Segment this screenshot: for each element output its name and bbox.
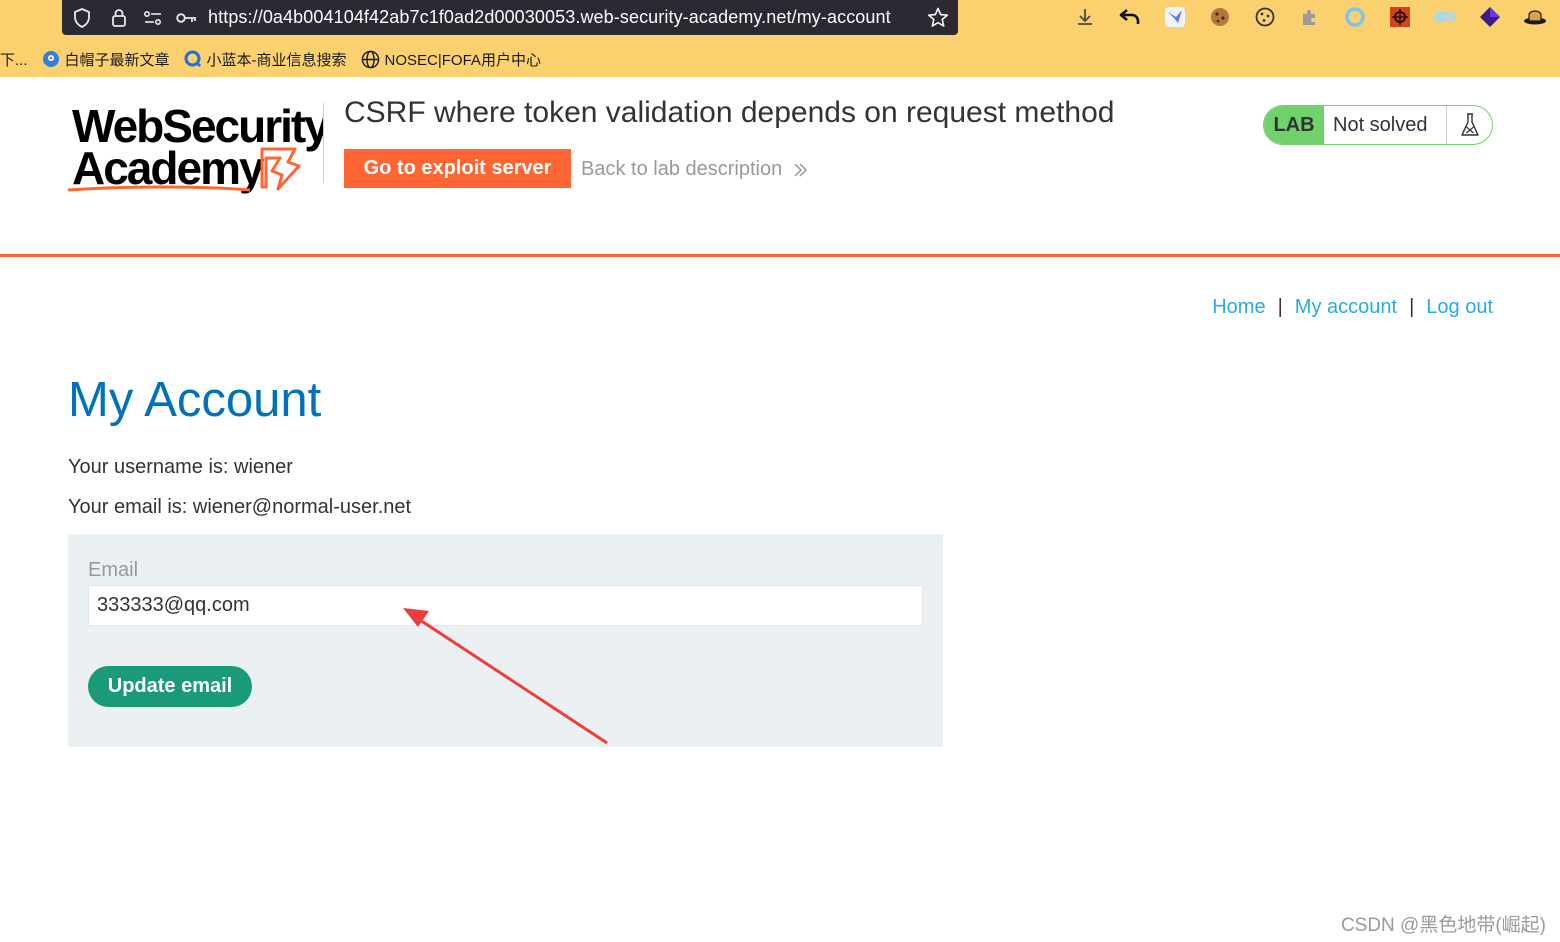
bookmark-label: 下... bbox=[0, 51, 28, 69]
page-title: My Account bbox=[68, 373, 322, 427]
download-icon[interactable] bbox=[1062, 3, 1107, 31]
lab-badge: LAB bbox=[1264, 106, 1324, 144]
bookmark-item[interactable]: 小蓝本-商业信息搜索 bbox=[184, 49, 347, 70]
bookmark-star-icon[interactable] bbox=[918, 7, 958, 28]
hat-extension-icon[interactable] bbox=[1512, 3, 1557, 31]
flask-icon bbox=[1446, 106, 1492, 144]
header-rule bbox=[0, 254, 1560, 257]
bookmark-label: NOSEC|FOFA用户中心 bbox=[384, 51, 541, 69]
nav-my-account-link[interactable]: My account bbox=[1295, 296, 1397, 319]
key-icon[interactable] bbox=[170, 0, 204, 35]
lab-title: CSRF where token validation depends on r… bbox=[344, 96, 1115, 129]
bookmark-label: 小蓝本-商业信息搜索 bbox=[206, 51, 347, 69]
cookie-editor-icon[interactable] bbox=[1197, 3, 1242, 31]
address-bar[interactable]: https://0a4b004104f42ab7c1f0ad2d00030053… bbox=[62, 0, 958, 35]
map-pin-icon bbox=[42, 50, 60, 68]
ring-icon[interactable] bbox=[1332, 3, 1377, 31]
bookmark-item[interactable]: NOSEC|FOFA用户中心 bbox=[361, 49, 541, 70]
top-nav: Home | My account | Log out bbox=[1212, 296, 1493, 319]
go-to-exploit-server-button[interactable]: Go to exploit server bbox=[344, 149, 571, 188]
username-text: Your username is: wiener bbox=[68, 456, 293, 478]
change-email-form: Email Update email bbox=[68, 534, 943, 747]
double-chevron-right-icon bbox=[792, 162, 808, 178]
search-q-icon bbox=[184, 50, 202, 68]
email-text: Your email is: wiener@normal-user.net bbox=[68, 496, 412, 518]
url-text[interactable]: https://0a4b004104f42ab7c1f0ad2d00030053… bbox=[208, 7, 918, 28]
back-link-label: Back to lab description bbox=[581, 158, 783, 180]
nav-separator: | bbox=[1277, 296, 1283, 318]
url-domain: web-security-academy.net bbox=[580, 7, 792, 27]
watermark: CSDN @黑色地带(崛起) bbox=[1340, 915, 1546, 936]
cookie-outline-icon[interactable] bbox=[1242, 3, 1287, 31]
burp-icon[interactable] bbox=[1377, 3, 1422, 31]
email-input[interactable] bbox=[88, 585, 923, 626]
lab-status-widget: LAB Not solved bbox=[1263, 105, 1493, 145]
undo-arrow-icon[interactable] bbox=[1107, 3, 1152, 31]
url-path: /my-account bbox=[791, 7, 891, 27]
toggle-extension-icon[interactable] bbox=[1422, 3, 1467, 31]
nav-separator: | bbox=[1409, 296, 1415, 318]
url-host: https://0a4b004104f42ab7c1f0ad2d00030053… bbox=[208, 7, 581, 27]
bookmarks-bar: 下... 白帽子最新文章 小蓝本-商业信息搜索 NOSEC|FOFA用户中心 bbox=[0, 45, 555, 73]
bookmark-item[interactable]: 下... bbox=[0, 49, 28, 70]
update-email-button[interactable]: Update email bbox=[88, 666, 252, 707]
web-security-academy-logo[interactable]: WebSecurity Academy bbox=[67, 100, 332, 195]
nav-home-link[interactable]: Home bbox=[1212, 296, 1265, 319]
puzzle-icon[interactable] bbox=[1287, 3, 1332, 31]
nav-log-out-link[interactable]: Log out bbox=[1426, 296, 1493, 319]
email-label: Email bbox=[88, 559, 139, 581]
lab-status-text: Not solved bbox=[1333, 113, 1428, 136]
header-divider bbox=[323, 103, 324, 183]
permissions-icon[interactable] bbox=[136, 0, 170, 35]
bookmark-label: 白帽子最新文章 bbox=[64, 51, 170, 69]
lock-icon[interactable] bbox=[102, 0, 136, 35]
extension-toolbar bbox=[1062, 3, 1557, 31]
diamond-extension-icon[interactable] bbox=[1467, 3, 1512, 31]
back-to-lab-description-link[interactable]: Back to lab description bbox=[581, 158, 808, 181]
extension-bird-icon[interactable] bbox=[1152, 3, 1197, 31]
browser-chrome: https://0a4b004104f42ab7c1f0ad2d00030053… bbox=[0, 0, 1560, 77]
bookmark-item[interactable]: 白帽子最新文章 bbox=[42, 49, 170, 70]
globe-icon bbox=[361, 50, 380, 69]
shield-icon[interactable] bbox=[62, 0, 102, 35]
